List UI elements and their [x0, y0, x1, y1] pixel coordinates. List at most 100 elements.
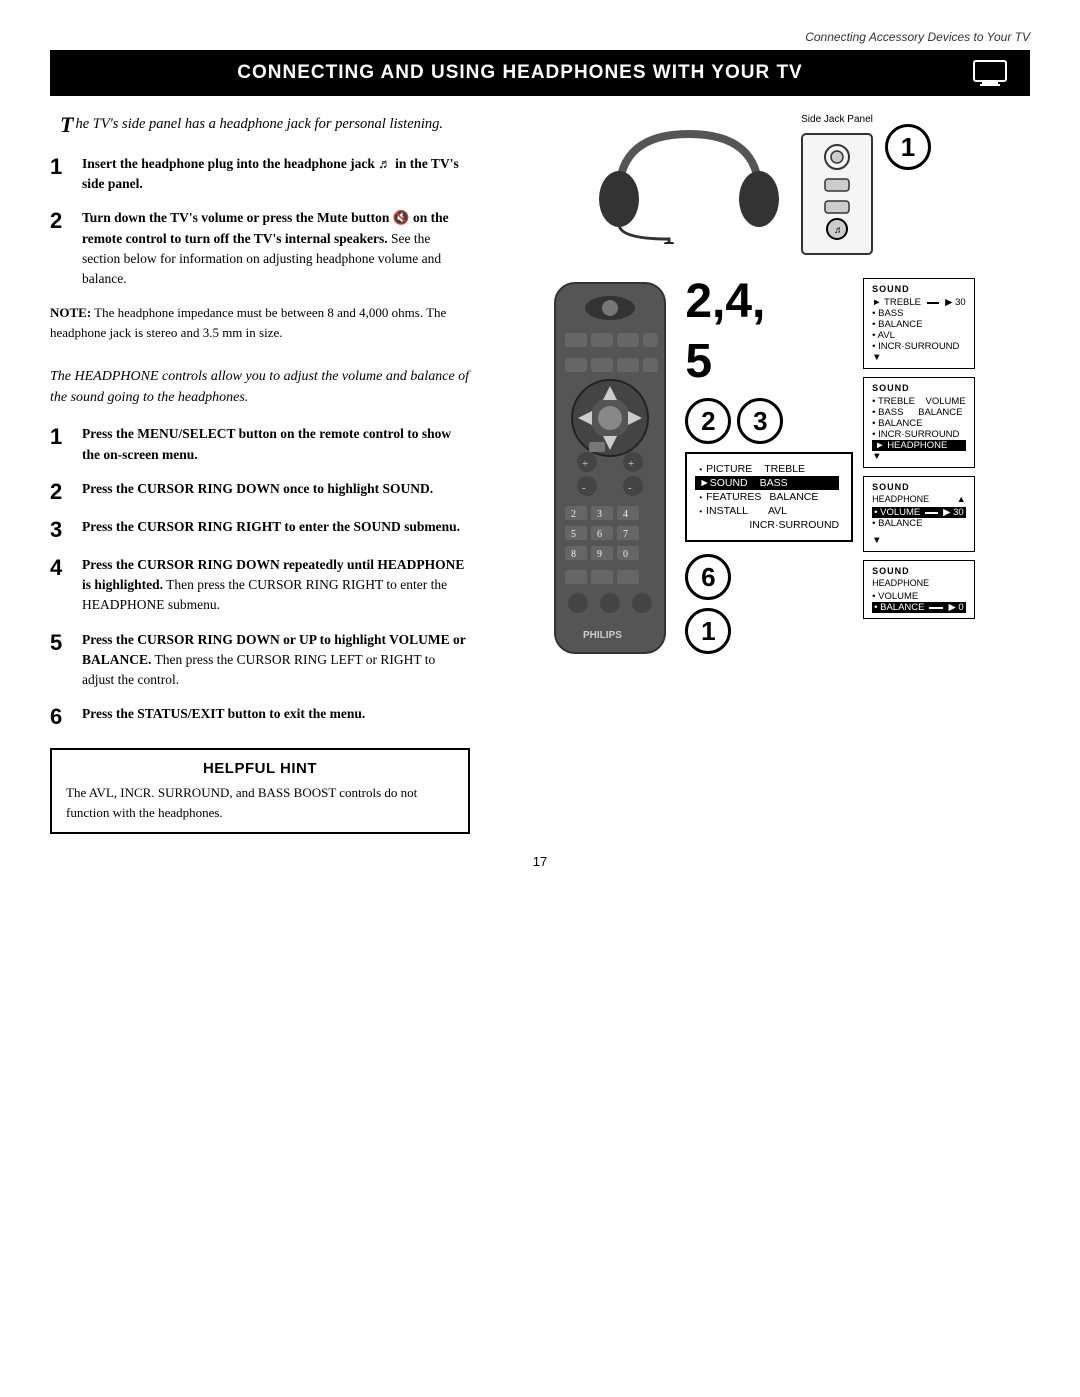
svg-text:7: 7 — [623, 529, 628, 540]
sm2-headphone-selected: ► HEADPHONE — [872, 440, 966, 451]
menu-treble-item: ► TREBLE ▶ 30 — [872, 297, 966, 308]
hint-box: Helpful Hint The AVL, INCR. SURROUND, an… — [50, 748, 470, 834]
step-1-area: 1 — [685, 608, 731, 654]
section-header-text: Connecting Accessory Devices to Your TV — [805, 30, 1030, 44]
section2: The HEADPHONE controls allow you to adju… — [50, 366, 470, 728]
svg-text:9: 9 — [597, 549, 602, 560]
diag-row-middle: + + - - 2 3 — [490, 278, 1030, 663]
step-1: 1 Insert the headphone plug into the hea… — [50, 154, 470, 195]
menu-item-sound-selected: ►SOUND BASS — [695, 476, 839, 490]
hp-step-num-3: 3 — [50, 517, 72, 541]
hp-step-6-content: Press the STATUS/EXIT button to exit the… — [82, 704, 365, 724]
title-bar: Connecting and Using Headphones with You… — [50, 50, 1030, 96]
step-1-bold: Insert the headphone plug into the headp… — [82, 156, 459, 191]
step-badges-row: 2 3 — [685, 398, 783, 444]
diag-row-top: Side Jack Panel ♬ — [490, 114, 1030, 264]
svg-text:0: 0 — [623, 549, 628, 560]
menu-item-picture: • PICTURE TREBLE — [699, 462, 839, 476]
hp-step-num-1: 1 — [50, 424, 72, 448]
hp-step-1-bold: Press the MENU/SELECT button on the remo… — [82, 426, 451, 461]
page-title: Connecting and Using Headphones with You… — [70, 62, 970, 84]
sm2-bass: • BASS BALANCE — [872, 407, 966, 418]
sound-menu-2-title: SOUND — [872, 383, 966, 393]
shv-subtitle: HEADPHONE ▲ — [872, 494, 966, 504]
side-jack-label: Side Jack Panel — [797, 114, 877, 125]
svg-text:♬: ♬ — [834, 225, 844, 236]
hp-step-5-content: Press the CURSOR RING DOWN or UP to high… — [82, 630, 470, 691]
sm2-arrow: ▼ — [872, 451, 966, 462]
menu-incr-item: • INCR·SURROUND — [872, 341, 966, 352]
shv-volume: • VOLUME ▶ 30 — [872, 507, 966, 518]
tv-icon — [970, 58, 1010, 88]
sm2-incr: • INCR·SURROUND — [872, 429, 966, 440]
sound-headphone-volume: SOUND HEADPHONE ▲ • VOLUME ▶ 30 • BALANC… — [863, 476, 975, 552]
hp-step-4: 4 Press the CURSOR RING DOWN repeatedly … — [50, 555, 470, 616]
step-badge-1b: 1 — [685, 608, 731, 654]
hp-step-4-bold: Press the CURSOR RING DOWN repeatedly un… — [82, 557, 464, 592]
step-number-1: 1 — [50, 154, 72, 178]
shb-subtitle: HEADPHONE — [872, 578, 966, 588]
hp-step-1: 1 Press the MENU/SELECT button on the re… — [50, 424, 470, 465]
page-number: 17 — [50, 854, 1030, 869]
step-badge-6: 6 — [685, 554, 731, 600]
drop-cap: T — [60, 114, 73, 136]
svg-text:+: + — [582, 458, 588, 470]
hp-step-6-bold: Press the STATUS/EXIT button to exit the… — [82, 706, 365, 721]
svg-text:6: 6 — [597, 529, 602, 540]
menu-item-features: • FEATURES BALANCE — [699, 490, 839, 504]
svg-text:4: 4 — [623, 509, 628, 520]
menu-arrow-down: ▼ — [872, 352, 966, 363]
sound-headphone-balance: SOUND HEADPHONE • VOLUME • BALANCE ▶ 0 — [863, 560, 975, 619]
right-diagrams: Side Jack Panel ♬ — [490, 114, 1030, 663]
shv-balance: • BALANCE — [872, 518, 966, 529]
headphone-illustration — [589, 114, 789, 249]
note-label: NOTE: — [50, 305, 91, 320]
hint-content: The AVL, INCR. SURROUND, and BASS BOOST … — [66, 783, 454, 822]
hp-step-num-5: 5 — [50, 630, 72, 654]
hp-step-1-content: Press the MENU/SELECT button on the remo… — [82, 424, 470, 465]
big-step-text-5: 5 — [685, 338, 712, 386]
hint-title: Helpful Hint — [66, 760, 454, 777]
step-badge-1: 1 — [885, 124, 931, 170]
main-content: The TV's side panel has a headphone jack… — [50, 114, 1030, 834]
svg-text:PHILIPS: PHILIPS — [583, 630, 622, 641]
big-step-text-245: 2,4, — [685, 278, 765, 326]
step-menus: 2,4, 5 2 3 • PICTURE TREBLE — [685, 278, 853, 654]
side-jack-panel: Side Jack Panel ♬ — [797, 114, 877, 264]
step-badge-2: 2 — [685, 398, 731, 444]
left-column: The TV's side panel has a headphone jack… — [50, 114, 470, 834]
note-block: NOTE: The headphone impedance must be be… — [50, 303, 470, 342]
svg-text:8: 8 — [571, 549, 576, 560]
hp-step-num-4: 4 — [50, 555, 72, 579]
step-2: 2 Turn down the TV's volume or press the… — [50, 208, 470, 289]
menu-item-incr: INCR·SURROUND — [699, 518, 839, 532]
big-steps-display: 2,4, — [685, 278, 765, 326]
main-menu-box: • PICTURE TREBLE ►SOUND BASS • FEATURES … — [685, 452, 853, 542]
sm2-balance: • BALANCE — [872, 418, 966, 429]
page: Connecting Accessory Devices to Your TV … — [0, 0, 1080, 1397]
hp-step-5-bold: Press the CURSOR RING DOWN or UP to high… — [82, 632, 466, 667]
svg-text:-: - — [582, 482, 586, 494]
intro-body: he TV's side panel has a headphone jack … — [75, 116, 443, 132]
menu-bass-item: • BASS — [872, 308, 966, 319]
svg-text:+: + — [628, 458, 634, 470]
step-6-area: 6 — [685, 554, 731, 600]
step-2-content: Turn down the TV's volume or press the M… — [82, 208, 470, 289]
hp-step-3-bold: Press the CURSOR RING RIGHT to enter the… — [82, 519, 460, 534]
step-2-bold: Turn down the TV's volume or press the M… — [82, 210, 449, 245]
shb-volume: • VOLUME — [872, 591, 966, 602]
shb-balance-selected: • BALANCE ▶ 0 — [872, 602, 966, 613]
hp-step-2-bold: Press the CURSOR RING DOWN once to highl… — [82, 481, 433, 496]
sound-menu-1-title: SOUND — [872, 284, 966, 294]
hp-step-num-6: 6 — [50, 704, 72, 728]
step-1-content: Insert the headphone plug into the headp… — [82, 154, 470, 195]
section2-drop-cap: T — [50, 369, 58, 384]
sound-menu-headphone: SOUND • TREBLE VOLUME • BASS BALANCE • B… — [863, 377, 975, 468]
step-badge-3: 3 — [737, 398, 783, 444]
section-header: Connecting Accessory Devices to Your TV — [50, 30, 1030, 44]
intro-text: The TV's side panel has a headphone jack… — [50, 114, 470, 136]
section2-intro: The HEADPHONE controls allow you to adju… — [50, 366, 470, 408]
hp-step-4-content: Press the CURSOR RING DOWN repeatedly un… — [82, 555, 470, 616]
shv-arrow-down: ▼ — [872, 535, 966, 546]
hp-step-3-content: Press the CURSOR RING RIGHT to enter the… — [82, 517, 460, 537]
